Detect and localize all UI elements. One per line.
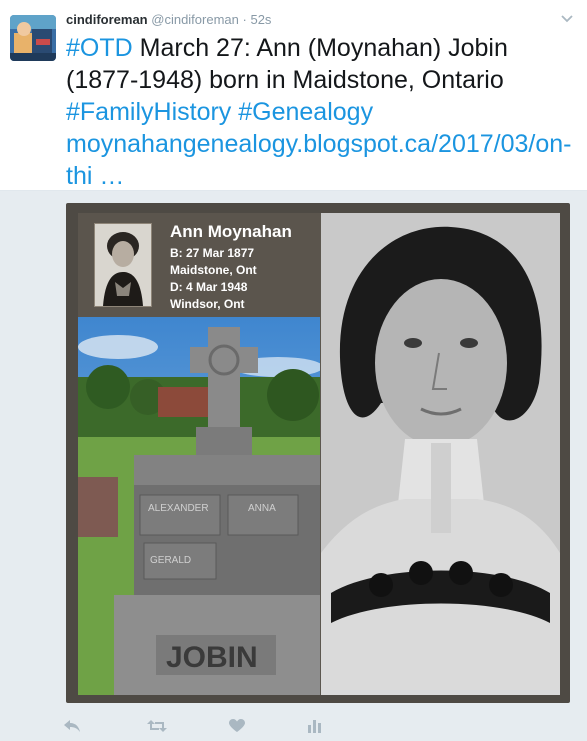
- headstone-photo: ALEXANDER ANNA GERALD JOBIN: [78, 317, 320, 695]
- chevron-down-icon[interactable]: [561, 10, 573, 26]
- hashtag-familyhistory[interactable]: #FamilyHistory: [66, 98, 231, 126]
- media-collage: Ann Moynahan B: 27 Mar 1877 Maidstone, O…: [78, 213, 560, 695]
- timestamp[interactable]: 52s: [250, 12, 271, 27]
- analytics-icon[interactable]: [302, 714, 326, 738]
- birth-date: B: 27 Mar 1877: [170, 246, 255, 260]
- tweet: cindiforeman @cindiforeman · 52s #OTD Ma…: [0, 0, 587, 191]
- headstone-left-name: ALEXANDER: [148, 503, 209, 514]
- birth-place: Maidstone, Ont: [170, 263, 257, 277]
- blog-link[interactable]: moynahangenealogy.blogspot.ca/2017/03/on…: [66, 130, 571, 190]
- ann-moynahan-portrait: [321, 213, 560, 695]
- tweet-media[interactable]: Ann Moynahan B: 27 Mar 1877 Maidstone, O…: [66, 203, 570, 703]
- retweet-icon[interactable]: [145, 714, 169, 738]
- headstone-right-name: ANNA: [248, 503, 276, 514]
- reply-icon[interactable]: [60, 714, 84, 738]
- tweet-actions: [60, 714, 360, 738]
- user-name[interactable]: cindiforeman: [66, 12, 148, 27]
- death-date: D: 4 Mar 1948: [170, 280, 248, 294]
- tweet-text: #OTD March 27: Ann (Moynahan) Jobin (187…: [66, 32, 576, 192]
- separator: ·: [242, 12, 247, 27]
- hashtag-otd[interactable]: #OTD: [66, 34, 133, 62]
- hashtag-genealogy[interactable]: #Genealogy: [238, 98, 373, 126]
- headstone-surname: JOBIN: [166, 641, 258, 674]
- tweet-text-main: March 27: Ann (Moynahan) Jobin (1877-194…: [66, 34, 508, 94]
- avatar[interactable]: [10, 15, 56, 61]
- info-panel: Ann Moynahan B: 27 Mar 1877 Maidstone, O…: [78, 213, 320, 317]
- person-name: Ann Moynahan: [170, 222, 292, 241]
- headstone-lower-name: GERALD: [150, 555, 191, 566]
- death-place: Windsor, Ont: [170, 297, 245, 311]
- tweet-header: cindiforeman @cindiforeman · 52s: [66, 12, 271, 27]
- heart-icon[interactable]: [225, 714, 249, 738]
- portrait-thumbnail: [94, 223, 152, 307]
- user-handle[interactable]: @cindiforeman: [151, 12, 239, 27]
